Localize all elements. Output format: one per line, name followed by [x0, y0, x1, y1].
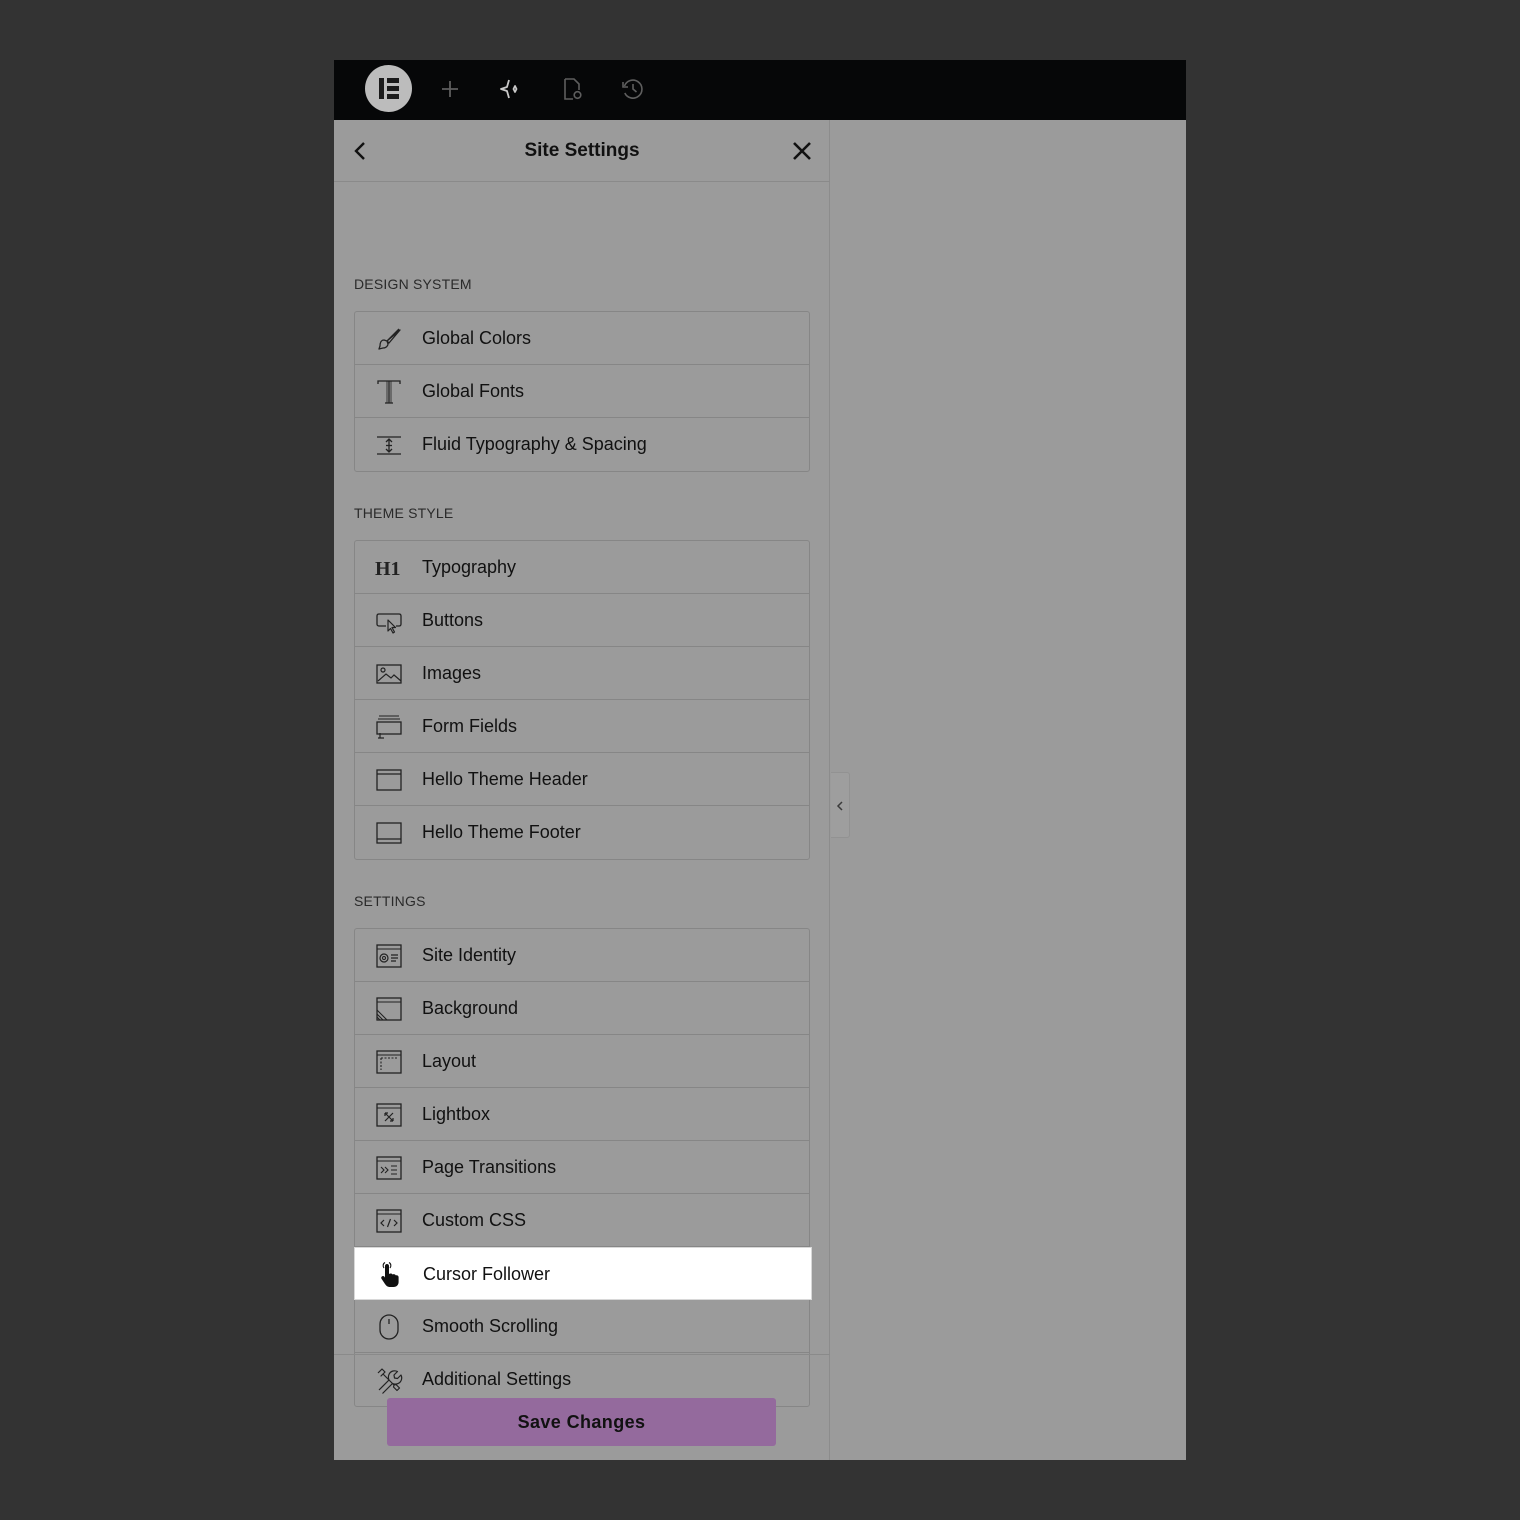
save-changes-button[interactable]: Save Changes — [387, 1398, 776, 1446]
settings-item-label: Custom CSS — [422, 1210, 527, 1230]
form-fields-icon — [375, 713, 403, 741]
editor-window: Site Settings DESIGN SYSTEM Global Color… — [334, 60, 1186, 1460]
section-title-design-system: DESIGN SYSTEM — [354, 276, 472, 292]
settings-item-global-fonts[interactable]: Global Fonts — [355, 365, 809, 418]
settings-item-page-transitions[interactable]: Page Transitions — [355, 1141, 809, 1194]
panel-title: Site Settings — [524, 140, 640, 161]
heading-h1-icon: H1 — [375, 554, 403, 582]
plus-icon — [442, 81, 458, 97]
settings-item-background[interactable]: Background — [355, 982, 809, 1035]
site-identity-icon — [375, 942, 403, 970]
settings-item-label: Smooth Scrolling — [422, 1316, 559, 1336]
settings-group: Site Identity Background Layout Lightbox… — [354, 928, 812, 1407]
site-settings-panel: Site Settings DESIGN SYSTEM Global Color… — [334, 120, 830, 1460]
settings-item-label: Images — [422, 663, 482, 683]
history-button[interactable] — [618, 74, 648, 104]
panel-header: Site Settings — [334, 120, 830, 182]
settings-item-site-identity[interactable]: Site Identity — [355, 929, 809, 982]
settings-item-label: Site Identity — [422, 945, 517, 965]
settings-item-global-colors[interactable]: Global Colors — [355, 312, 809, 365]
header-layout-icon — [375, 766, 403, 794]
settings-item-theme-footer[interactable]: Hello Theme Footer — [355, 806, 809, 859]
history-icon — [622, 79, 643, 99]
settings-item-label: Hello Theme Footer — [422, 822, 581, 842]
settings-item-label: Lightbox — [422, 1104, 491, 1124]
settings-item-typography[interactable]: H1 Typography — [355, 541, 809, 594]
settings-item-label: Fluid Typography & Spacing — [422, 434, 647, 454]
collapse-panel-handle[interactable] — [831, 772, 850, 838]
settings-item-buttons[interactable]: Buttons — [355, 594, 809, 647]
image-icon — [375, 660, 403, 688]
top-bar — [334, 60, 1186, 120]
settings-item-label: Form Fields — [422, 716, 518, 736]
settings-item-cursor-follower[interactable]: Cursor Follower — [354, 1247, 812, 1300]
theme-style-group: H1 Typography Buttons Images Form Fields… — [354, 540, 810, 860]
close-icon — [793, 142, 811, 160]
spacing-icon — [375, 431, 403, 459]
settings-item-label: Hello Theme Header — [422, 769, 588, 789]
sparkle-icon — [500, 79, 518, 99]
settings-item-theme-header[interactable]: Hello Theme Header — [355, 753, 809, 806]
settings-item-label: Background — [422, 998, 519, 1018]
settings-item-label: Global Colors — [422, 328, 532, 348]
settings-item-label: Buttons — [422, 610, 484, 630]
section-title-settings: SETTINGS — [354, 893, 426, 909]
page-settings-button[interactable] — [557, 74, 587, 104]
section-title-theme-style: THEME STYLE — [354, 505, 454, 521]
panel-footer: Save Changes — [334, 1354, 830, 1460]
settings-item-label: Cursor Follower — [423, 1264, 551, 1284]
settings-item-label: Global Fonts — [422, 381, 525, 401]
layout-icon — [375, 1048, 403, 1076]
settings-item-layout[interactable]: Layout — [355, 1035, 809, 1088]
code-icon — [375, 1207, 403, 1235]
settings-item-label: Layout — [422, 1051, 477, 1071]
settings-item-images[interactable]: Images — [355, 647, 809, 700]
settings-item-label: Page Transitions — [422, 1157, 557, 1177]
settings-item-label: Typography — [422, 557, 517, 577]
chevron-left-icon — [836, 801, 843, 811]
page-transitions-icon — [375, 1154, 403, 1182]
lightbox-icon — [375, 1101, 403, 1129]
ai-button[interactable] — [496, 74, 526, 104]
mouse-icon — [375, 1313, 403, 1341]
elementor-logo-icon[interactable] — [365, 65, 412, 112]
settings-item-custom-css[interactable]: Custom CSS — [355, 1194, 809, 1247]
brush-icon — [375, 325, 403, 353]
page-settings-icon — [564, 78, 582, 100]
settings-item-form-fields[interactable]: Form Fields — [355, 700, 809, 753]
text-t-icon — [375, 378, 403, 406]
close-button[interactable] — [790, 139, 814, 163]
background-icon — [375, 995, 403, 1023]
settings-item-fluid-typography[interactable]: Fluid Typography & Spacing — [355, 418, 809, 471]
svg-text:H1: H1 — [375, 558, 401, 580]
hand-pointer-icon — [376, 1261, 404, 1289]
settings-item-smooth-scrolling[interactable]: Smooth Scrolling — [355, 1300, 809, 1353]
add-element-button[interactable] — [435, 74, 465, 104]
button-cursor-icon — [375, 607, 403, 635]
footer-layout-icon — [375, 819, 403, 847]
design-system-group: Global Colors Global Fonts Fluid Typogra… — [354, 311, 810, 472]
settings-item-lightbox[interactable]: Lightbox — [355, 1088, 809, 1141]
